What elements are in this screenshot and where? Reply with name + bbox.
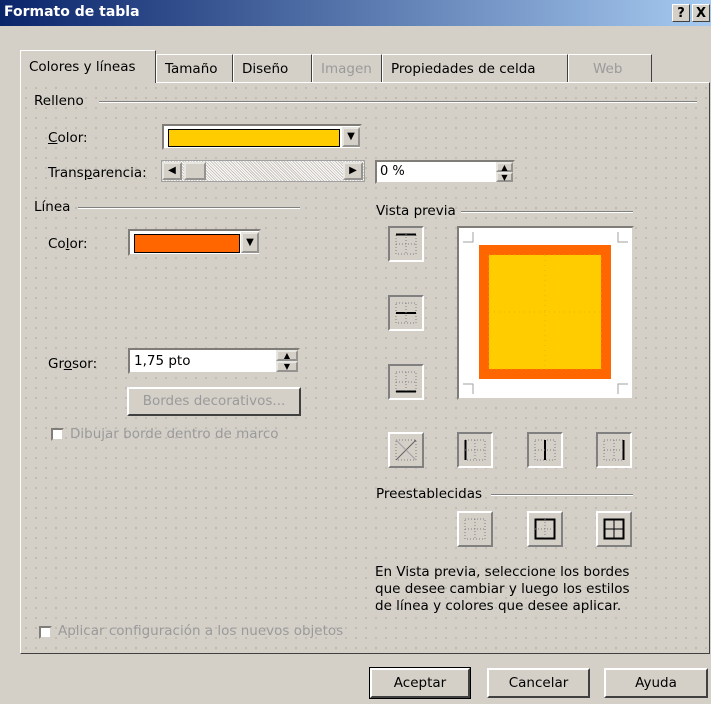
weight-down-icon[interactable]: ▼ (276, 361, 298, 372)
linea-divider (78, 207, 300, 209)
presets-divider (491, 494, 633, 496)
preview-divider (461, 211, 633, 213)
middle-vertical-border-button[interactable] (527, 432, 563, 468)
preview-section-label: Vista previa (376, 203, 456, 219)
bottom-border-icon (395, 371, 417, 393)
line-color-combo[interactable]: ▼ (128, 229, 261, 256)
title-bar: Formato de tabla ? X (0, 0, 711, 26)
decorative-borders-button[interactable]: Bordes decorativos... (127, 387, 301, 416)
apply-new-objects-checkbox[interactable] (39, 626, 52, 639)
tab-colores-y-lineas[interactable]: Colores y líneas (20, 50, 156, 83)
linea-section-label: Línea (34, 199, 71, 215)
spin-down-icon[interactable]: ▼ (496, 172, 513, 182)
help-title-button[interactable]: ? (672, 4, 690, 22)
all-borders-icon (603, 518, 625, 540)
draw-inside-checkbox[interactable] (51, 428, 64, 441)
left-border-button[interactable] (457, 432, 493, 468)
weight-input[interactable]: 1,75 pto ▲ ▼ (128, 348, 300, 374)
tab-web[interactable]: Web (568, 54, 652, 82)
tab-propiedades-de-celda[interactable]: Propiedades de celda (382, 54, 568, 82)
preview-instructions: En Vista previa, seleccione los bordes q… (375, 564, 630, 614)
format-table-dialog: Formato de tabla ? X Colores y líneas Ta… (0, 0, 711, 704)
line-color-label: Color: (48, 236, 88, 252)
fill-color-swatch (168, 129, 340, 147)
preset-all-button[interactable] (596, 511, 632, 547)
relleno-section-label: Relleno (34, 93, 84, 109)
transparency-label: Transparencia: (48, 165, 147, 181)
help-button[interactable]: Ayuda (604, 668, 708, 698)
relleno-divider (99, 101, 697, 103)
preview-area[interactable] (457, 226, 634, 400)
weight-label: Grosor: (48, 356, 98, 372)
middle-horizontal-border-button[interactable] (388, 295, 424, 331)
slider-right-icon[interactable]: ▶ (343, 162, 363, 180)
no-border-icon (464, 518, 486, 540)
box-border-icon (534, 518, 556, 540)
left-border-icon (464, 439, 486, 461)
dialog-title: Formato de tabla (4, 4, 140, 20)
preset-none-button[interactable] (457, 511, 493, 547)
right-border-icon (603, 439, 625, 461)
fill-color-combo[interactable]: ▼ (162, 124, 362, 150)
slider-left-icon[interactable]: ◀ (162, 162, 182, 180)
preset-box-button[interactable] (527, 511, 563, 547)
apply-new-objects-label: Aplicar configuración a los nuevos objet… (58, 623, 344, 639)
right-border-button[interactable] (596, 432, 632, 468)
tab-tamano[interactable]: Tamaño (156, 54, 233, 82)
fill-color-dropdown-icon[interactable]: ▼ (342, 127, 360, 147)
inside-horizontal-border-icon (395, 302, 417, 324)
transparency-slider[interactable]: ◀ ▶ (161, 160, 365, 182)
preview-table-graphic (463, 232, 628, 394)
inside-vertical-border-icon (534, 439, 556, 461)
close-button[interactable]: X (692, 4, 710, 22)
diagonal-border-icon (395, 439, 417, 461)
draw-inside-label: Dibujar borde dentro de marco (70, 426, 279, 442)
ok-button[interactable]: Aceptar (369, 667, 471, 699)
spin-up-icon[interactable]: ▲ (496, 162, 513, 172)
diagonal-border-button[interactable] (388, 432, 424, 468)
cancel-button[interactable]: Cancelar (487, 668, 590, 698)
tab-imagen[interactable]: Imagen (312, 54, 382, 82)
top-border-button[interactable] (388, 226, 424, 262)
slider-thumb[interactable] (184, 162, 206, 180)
transparency-value: 0 % (380, 164, 405, 179)
top-border-icon (395, 233, 417, 255)
fill-color-label: Color: (48, 130, 88, 146)
weight-value: 1,75 pto (134, 353, 191, 369)
tab-diseno[interactable]: Diseño (233, 54, 312, 82)
line-color-swatch (134, 234, 240, 253)
presets-section-label: Preestablecidas (376, 486, 483, 502)
transparency-input[interactable]: 0 % ▲ ▼ (375, 160, 515, 184)
line-color-dropdown-icon[interactable]: ▼ (241, 232, 259, 253)
bottom-border-button[interactable] (388, 364, 424, 400)
weight-up-icon[interactable]: ▲ (276, 350, 298, 361)
